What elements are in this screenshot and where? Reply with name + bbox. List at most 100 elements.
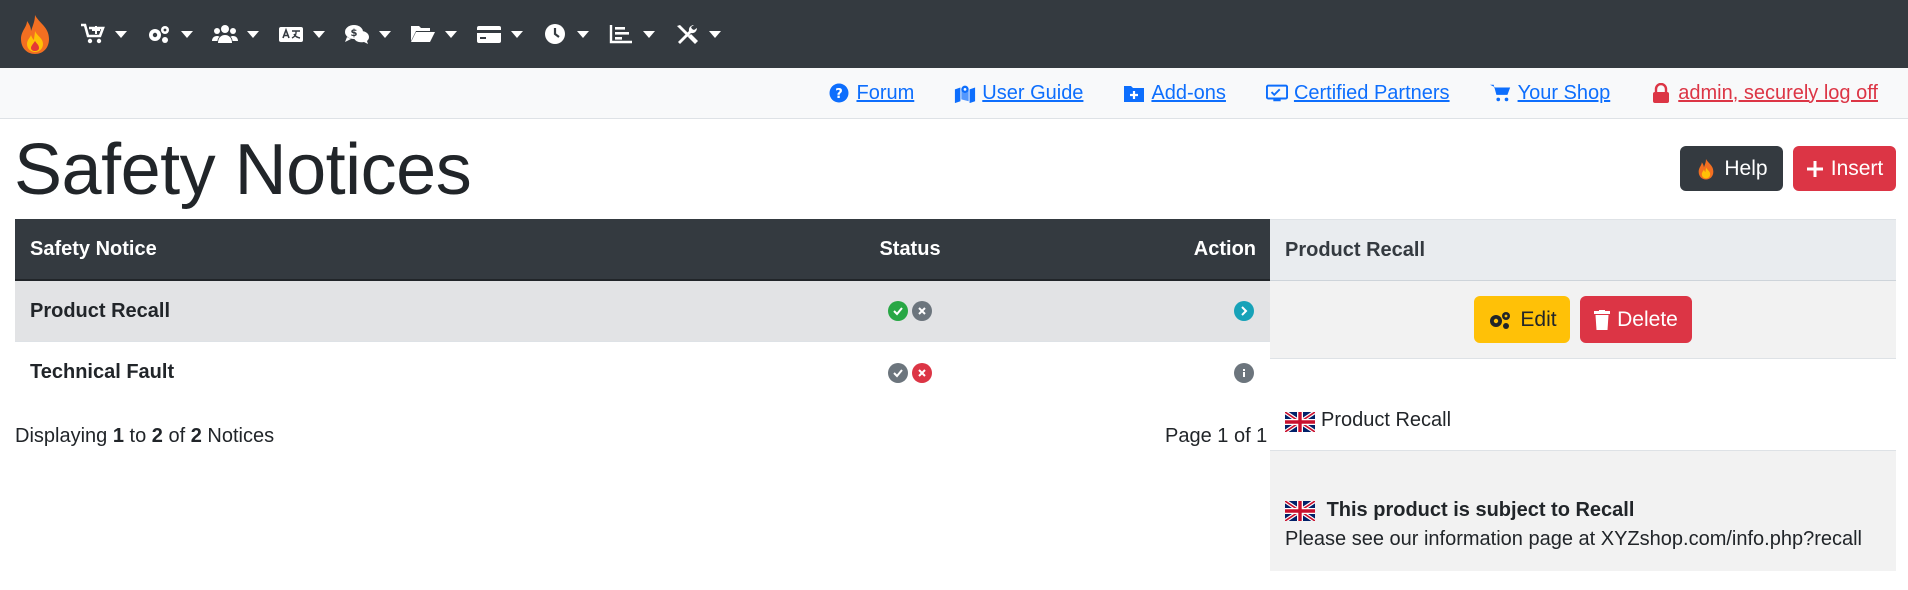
times-circle-icon[interactable]: [912, 301, 932, 321]
chevron-down-icon: [247, 30, 259, 38]
check-circle-icon: [888, 301, 908, 321]
chevron-down-icon: [115, 30, 127, 38]
info-circle-icon[interactable]: [1234, 362, 1254, 383]
help-button-label: Help: [1724, 156, 1768, 180]
status-toggles: [825, 362, 995, 383]
shopping-cart-icon: [1489, 84, 1510, 102]
user-guide-link[interactable]: User Guide: [954, 82, 1083, 105]
lock-icon: [1653, 83, 1670, 103]
notice-text: Please see our information page at XYZsh…: [1285, 528, 1863, 550]
insert-button-label: Insert: [1830, 156, 1884, 180]
edit-button-label: Edit: [1520, 307, 1557, 331]
log-off-link[interactable]: admin, securely log off: [1650, 82, 1878, 105]
pagination-summary: Displaying 1 to 2 of 2 Notices: [15, 425, 274, 448]
plus-icon: [1806, 160, 1823, 177]
question-circle-icon: ?: [829, 83, 849, 103]
detail-panel: Product Recall Edit Delete Product Recal…: [1270, 219, 1896, 571]
check-circle-icon[interactable]: [888, 362, 908, 383]
chart-bar-icon: [609, 25, 632, 44]
chevron-down-icon: [709, 30, 721, 38]
edit-button[interactable]: Edit: [1474, 296, 1570, 343]
flame-logo-icon[interactable]: [14, 13, 56, 55]
notice-name: Technical Fault: [30, 361, 175, 383]
nav-history-menu[interactable]: [542, 0, 589, 68]
nav-reports-menu[interactable]: [608, 0, 655, 68]
notice-heading: This product is subject to Recall: [1326, 499, 1635, 521]
comments-dollar-icon: $: [345, 25, 369, 44]
nav-tools-menu[interactable]: [674, 0, 721, 68]
forum-link-label: Forum: [856, 81, 915, 104]
summary-of-word: of: [168, 425, 186, 447]
tools-icon: [677, 24, 698, 44]
gears-icon: [149, 26, 169, 43]
certificate-monitor-icon: [1265, 84, 1288, 102]
help-button[interactable]: Help: [1680, 146, 1783, 191]
delete-button[interactable]: Delete: [1580, 296, 1692, 343]
forum-link[interactable]: ? Forum: [828, 82, 914, 105]
chevron-down-icon: [577, 30, 589, 38]
nav-payment-menu[interactable]: [476, 0, 523, 68]
flame-icon: [1699, 158, 1714, 179]
status-toggles: [825, 301, 995, 321]
folder-plus-icon: [1124, 86, 1145, 102]
column-header-action: Action: [1193, 237, 1256, 260]
uk-flag-icon: [1285, 412, 1315, 432]
chevron-down-icon: [643, 30, 655, 38]
notice-name: Product Recall: [30, 299, 171, 322]
panel-title-row: Product Recall: [1270, 359, 1896, 451]
log-off-link-label: admin, securely log off: [1678, 81, 1878, 104]
chevron-down-icon: [445, 30, 457, 38]
certified-partners-link-label: Certified Partners: [1293, 81, 1450, 104]
nav-configuration-menu[interactable]: [146, 0, 193, 68]
secondary-link-bar: ? Forum User Guide Add-ons Certified Par…: [0, 68, 1908, 119]
panel-notice-title: Product Recall: [1321, 409, 1452, 431]
page-title: Safety Notices: [14, 130, 472, 210]
table-row[interactable]: Product Recall: [15, 281, 1270, 342]
nav-localization-menu[interactable]: [278, 0, 325, 68]
credit-card-icon: [477, 26, 501, 43]
summary-unit: Notices: [207, 425, 275, 447]
summary-to: 2: [151, 425, 163, 447]
chevron-right-circle-icon[interactable]: [1234, 301, 1254, 321]
your-shop-link[interactable]: Your Shop: [1489, 81, 1611, 105]
addons-link[interactable]: Add-ons: [1123, 82, 1226, 105]
top-navbar: $: [0, 0, 1908, 68]
certified-partners-link[interactable]: Certified Partners: [1265, 81, 1450, 105]
nav-cart-menu[interactable]: [80, 0, 127, 68]
column-header-status: Status: [879, 237, 941, 260]
chevron-down-icon: [511, 30, 523, 38]
svg-text:?: ?: [836, 87, 844, 102]
times-circle-icon: [912, 362, 932, 383]
panel-actions: Edit Delete: [1270, 281, 1896, 359]
summary-to-word: to: [129, 425, 147, 447]
panel-notice-body: This product is subject to Recall Please…: [1270, 451, 1896, 571]
table-row[interactable]: Technical Fault: [15, 342, 1270, 403]
svg-text:$: $: [351, 28, 358, 39]
uk-flag-icon: [1285, 500, 1315, 521]
gears-icon: [1490, 311, 1511, 329]
notices-table: Safety Notice Status Action Product Reca…: [15, 219, 1270, 403]
column-header-notice: Safety Notice: [30, 237, 157, 260]
summary-total: 2: [190, 425, 202, 447]
chevron-down-icon: [313, 30, 325, 38]
insert-button[interactable]: Insert: [1793, 146, 1896, 191]
nav-catalog-menu[interactable]: [410, 0, 457, 68]
action-cell: [995, 301, 1270, 321]
clock-icon: [545, 24, 565, 44]
chevron-down-icon: [181, 30, 193, 38]
delete-button-label: Delete: [1617, 307, 1678, 331]
nav-customers-menu[interactable]: [212, 0, 259, 68]
your-shop-link-label: Your Shop: [1517, 81, 1611, 104]
addons-link-label: Add-ons: [1151, 81, 1226, 104]
summary-from: 1: [112, 425, 124, 447]
user-guide-link-label: User Guide: [982, 81, 1084, 104]
panel-heading: Product Recall: [1270, 219, 1896, 281]
summary-prefix: Displaying: [15, 425, 108, 447]
folder-open-icon: [411, 26, 435, 42]
nav-marketing-menu[interactable]: $: [344, 0, 391, 68]
table-header: Safety Notice Status Action: [15, 219, 1270, 281]
users-icon: [212, 25, 238, 43]
cart-icon: [81, 23, 105, 44]
trash-icon: [1594, 309, 1611, 330]
page-indicator: Page 1 of 1: [1165, 425, 1268, 447]
